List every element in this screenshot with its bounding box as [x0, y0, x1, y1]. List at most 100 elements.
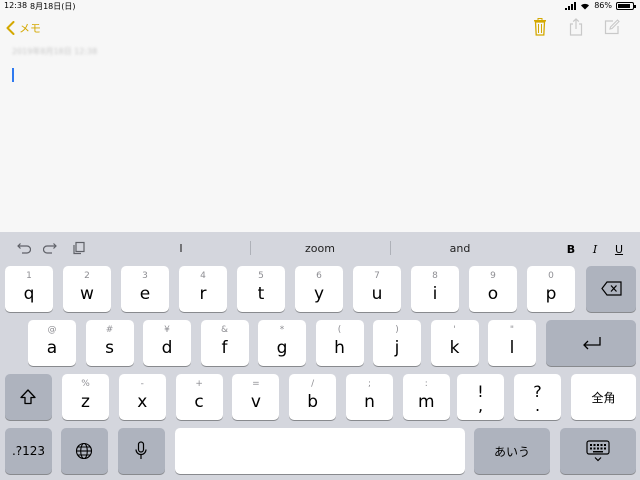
key-o[interactable]: 9o	[469, 266, 517, 312]
suggestion-3[interactable]: and	[395, 232, 525, 264]
key-secondary-label: %	[81, 379, 90, 389]
undo-icon	[17, 243, 31, 254]
note-actions	[532, 17, 620, 37]
delete-key[interactable]	[586, 266, 636, 312]
status-date: 8月18日(日)	[30, 2, 76, 11]
key-f[interactable]: & f	[200, 320, 249, 366]
quicktype-bar: I zoom and B I U	[0, 232, 640, 264]
key-p[interactable]: 0p	[527, 266, 575, 312]
status-indicators: 86%	[565, 1, 636, 10]
hide-keyboard-key[interactable]	[560, 428, 636, 474]
numbers-label: .?123	[11, 444, 46, 458]
keyboard-dismiss-icon	[586, 440, 610, 462]
key-x[interactable]: -x	[118, 374, 166, 420]
key-secondary-label: )	[395, 325, 399, 335]
underline-button[interactable]: U	[611, 240, 627, 258]
key-primary-label: b	[307, 392, 319, 412]
key-secondary-label: '	[453, 325, 456, 335]
key-e[interactable]: 3e	[121, 266, 169, 312]
key-primary-label: n	[364, 392, 375, 412]
delete-button[interactable]	[532, 17, 548, 37]
key-h[interactable]: (h	[315, 320, 364, 366]
key-primary-label: w	[80, 284, 94, 304]
key-primary-label: c	[194, 392, 204, 412]
space-key[interactable]	[175, 428, 465, 474]
redo-button[interactable]	[42, 240, 60, 256]
key-secondary-label: ¥	[164, 325, 170, 335]
key-primary-label: h	[334, 338, 345, 358]
key-s[interactable]: # s	[85, 320, 134, 366]
text-cursor[interactable]	[12, 68, 14, 82]
key-primary-label: u	[371, 284, 383, 304]
key-primary-label: q	[23, 284, 35, 304]
key-v[interactable]: = v	[232, 374, 280, 420]
compose-button[interactable]	[604, 17, 620, 37]
key-w[interactable]: 2w	[63, 266, 111, 312]
key-primary-label: f	[221, 338, 228, 358]
key-j[interactable]: ) j	[373, 320, 421, 366]
key-secondary-label: *	[279, 325, 285, 335]
key-c[interactable]: + c	[175, 374, 223, 420]
key-primary-label: k	[449, 338, 460, 358]
back-button[interactable]: メモ	[6, 18, 41, 38]
key-u[interactable]: 7u	[353, 266, 401, 312]
return-key[interactable]	[546, 320, 636, 366]
key-t[interactable]: 5t	[237, 266, 285, 312]
key-z[interactable]: % z	[62, 374, 109, 420]
bold-button[interactable]: B	[563, 240, 579, 258]
dictation-key[interactable]	[118, 428, 165, 474]
trash-icon	[534, 18, 546, 36]
key-a[interactable]: @ a	[28, 320, 76, 366]
microphone-icon	[135, 441, 147, 459]
key-secondary-label: +	[195, 379, 203, 389]
signal-icon	[565, 1, 577, 10]
shift-key[interactable]	[5, 374, 52, 420]
key-secondary-label: 0	[548, 271, 554, 281]
key-q[interactable]: 1q	[5, 266, 53, 312]
key-question-period[interactable]: ? .	[514, 374, 561, 420]
key-primary-label: z	[81, 392, 90, 412]
key-primary-label: v	[250, 392, 261, 412]
zenkaku-key[interactable]: 全角	[571, 374, 636, 420]
key-primary-label: y	[313, 284, 325, 304]
key-l[interactable]: " l	[488, 320, 536, 366]
hiragana-key[interactable]: あいう	[474, 428, 550, 474]
globe-key[interactable]	[61, 428, 108, 474]
key-n[interactable]: ; n	[346, 374, 393, 420]
suggestion-1[interactable]: I	[116, 232, 246, 264]
key-i[interactable]: 8i	[411, 266, 459, 312]
paste-button[interactable]	[70, 240, 88, 256]
key-primary-label: s	[105, 338, 114, 358]
key-d[interactable]: ¥ d	[143, 320, 191, 366]
globe-icon	[75, 442, 93, 460]
key-primary-label: r	[199, 284, 207, 304]
suggestion-2[interactable]: zoom	[255, 232, 385, 264]
key-b[interactable]: / b	[289, 374, 337, 420]
undo-button[interactable]	[14, 240, 32, 256]
italic-button[interactable]: I	[587, 240, 603, 258]
key-m[interactable]: :m	[402, 374, 450, 420]
key-secondary-label: 6	[316, 271, 322, 281]
key-secondary-label: "	[509, 325, 515, 335]
back-label: メモ	[19, 22, 41, 35]
key-primary-label: j	[394, 338, 400, 358]
key-y[interactable]: 6y	[295, 266, 343, 312]
share-icon	[569, 18, 583, 36]
key-exclamation-comma[interactable]: ! ,	[457, 374, 504, 420]
share-button[interactable]	[568, 17, 584, 37]
key-g[interactable]: * g	[258, 320, 306, 366]
numbers-key[interactable]: .?123	[5, 428, 52, 474]
key-secondary-label: 1	[26, 271, 32, 281]
shift-icon	[20, 389, 36, 405]
zenkaku-label: 全角	[591, 390, 616, 405]
status-bar: 12:38 8月18日(日) 86%	[0, 0, 640, 14]
key-secondary-label: #	[105, 325, 114, 335]
key-r[interactable]: 4r	[179, 266, 227, 312]
key-primary-label: l	[509, 338, 515, 358]
redo-icon	[43, 243, 57, 254]
key-k[interactable]: ' k	[430, 320, 479, 366]
key-secondary-label: &	[220, 325, 229, 335]
keyboard: I zoom and B I U 1q2w3e4r5t6y7u8i9o0p @ a…	[0, 232, 640, 480]
key-comma: ,	[477, 396, 484, 415]
key-primary-label: p	[545, 284, 557, 304]
